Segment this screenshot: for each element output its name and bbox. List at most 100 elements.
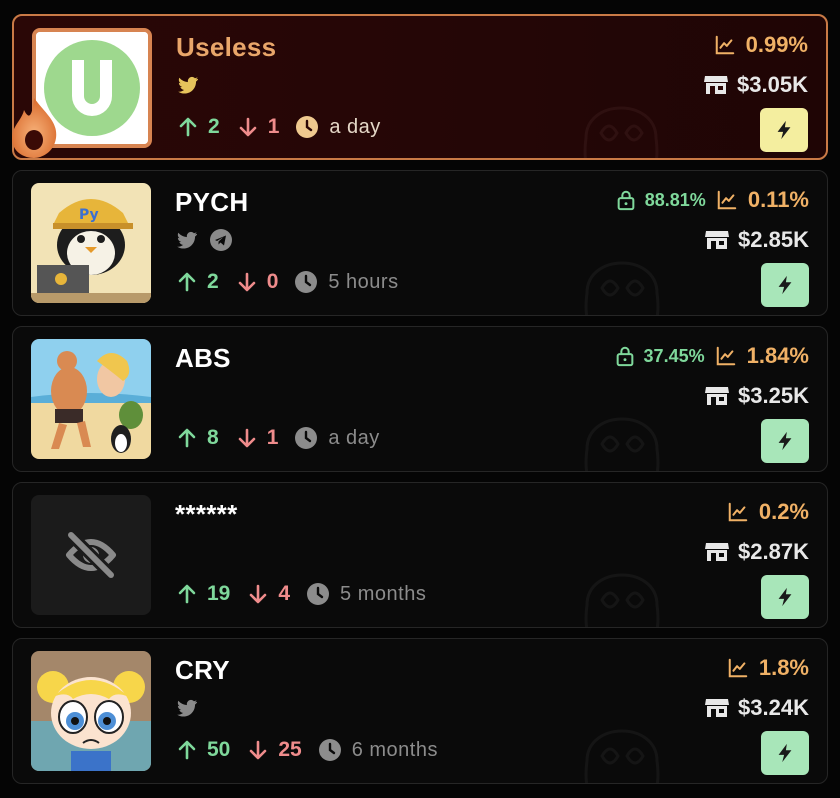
downvote-count: 1 [267, 115, 280, 138]
ghost-watermark-icon [584, 261, 660, 315]
age-text: 5 hours [328, 270, 399, 293]
price-change: 0.99% [714, 32, 808, 58]
token-image[interactable] [31, 339, 151, 459]
ghost-watermark-icon [584, 573, 660, 627]
quick-buy-button[interactable] [761, 263, 809, 307]
quick-buy-button[interactable] [761, 731, 809, 775]
bolt-icon [778, 431, 792, 451]
bolt-icon [778, 275, 792, 295]
chart-line-icon [715, 35, 734, 55]
age-text: a day [329, 115, 381, 138]
clock-icon [307, 583, 330, 605]
upvote-count: 19 [207, 582, 231, 605]
token-age: 5 months [306, 582, 426, 606]
cry-cartoon-image [31, 651, 151, 771]
token-image-hidden[interactable] [31, 495, 151, 615]
upvotes[interactable]: 8 [175, 426, 219, 450]
mcap-value: $3.25K [738, 383, 809, 408]
eye-off-icon [66, 530, 116, 580]
token-card[interactable]: CRY 50 25 6 months 1.8% $3.24K [12, 638, 828, 784]
locked-supply: 88.81% [615, 189, 706, 211]
token-card[interactable]: ****** 19 4 5 months 0.2% $2.87K [12, 482, 828, 628]
clock-icon [296, 116, 319, 138]
downvotes[interactable]: 1 [235, 426, 279, 450]
chart-line-icon [717, 190, 737, 210]
token-name[interactable]: Useless [176, 32, 276, 63]
downvotes[interactable]: 0 [235, 270, 279, 294]
change-value: 0.2% [758, 499, 809, 524]
bolt-icon [777, 120, 791, 140]
downvote-count: 4 [278, 582, 291, 605]
ghost-watermark-icon [584, 417, 660, 471]
token-card[interactable]: Useless 2 1 a day 0.99% $3.05K [12, 14, 828, 160]
pych-penguin-image: Py [31, 183, 151, 303]
upvote-count: 2 [208, 115, 220, 138]
ghost-watermark-icon [583, 106, 659, 158]
quick-buy-button[interactable] [761, 419, 809, 463]
lock-value: 88.81% [644, 189, 706, 210]
arrow-up-icon [178, 584, 196, 604]
mcap-value: $3.05K [737, 72, 808, 97]
store-icon [705, 387, 730, 405]
upvotes[interactable]: 2 [176, 115, 220, 139]
token-name[interactable]: ****** [175, 499, 238, 530]
bolt-icon [778, 587, 792, 607]
upvotes[interactable]: 19 [175, 582, 230, 606]
abs-beach-image [31, 339, 151, 459]
price-change: 1.84% [715, 343, 809, 369]
twitter-icon[interactable] [175, 696, 199, 720]
market-cap: $3.05K [703, 72, 808, 98]
market-cap: $2.85K [704, 227, 809, 253]
upvote-count: 2 [207, 270, 219, 293]
bolt-icon [778, 743, 792, 763]
twitter-icon[interactable] [175, 228, 199, 252]
downvote-count: 0 [266, 270, 279, 293]
ghost-watermark-icon [584, 729, 660, 783]
store-icon [705, 231, 730, 249]
arrow-down-icon [250, 740, 267, 760]
lock-icon [617, 190, 635, 211]
change-value: 0.11% [747, 187, 809, 212]
change-value: 1.8% [758, 655, 809, 680]
chart-line-icon [728, 658, 748, 678]
change-value: 0.99% [745, 32, 808, 57]
mcap-value: $2.85K [738, 227, 809, 252]
token-image[interactable]: Py [31, 183, 151, 303]
store-icon [705, 543, 730, 561]
store-icon [704, 76, 729, 94]
token-age: a day [295, 115, 380, 139]
store-icon [705, 699, 730, 717]
quick-buy-button[interactable] [761, 575, 809, 619]
upvote-count: 50 [207, 738, 231, 761]
token-name[interactable]: CRY [175, 655, 230, 686]
token-card[interactable]: ABS 8 1 a day 37.45% 1.84% $3.25K [12, 326, 828, 472]
price-change: 0.11% [716, 187, 809, 213]
price-change: 1.8% [727, 655, 809, 681]
mcap-value: $3.24K [738, 695, 809, 720]
market-cap: $3.24K [704, 695, 809, 721]
downvotes[interactable]: 1 [236, 115, 280, 139]
market-cap: $3.25K [704, 383, 809, 409]
arrow-up-icon [178, 272, 196, 292]
token-age: 5 hours [294, 270, 398, 294]
token-name[interactable]: ABS [175, 343, 231, 374]
upvote-count: 8 [207, 426, 219, 449]
upvotes[interactable]: 50 [175, 738, 230, 762]
downvote-count: 1 [266, 426, 279, 449]
lock-icon [616, 346, 633, 367]
telegram-icon[interactable] [209, 228, 233, 252]
token-age: a day [294, 426, 379, 450]
token-age: 6 months [318, 738, 438, 762]
token-card[interactable]: Py PYCH 2 0 5 hours 88.81% 0.11% $2.85K [12, 170, 828, 316]
downvote-count: 25 [278, 738, 302, 761]
upvotes[interactable]: 2 [175, 270, 219, 294]
chart-line-icon [728, 502, 748, 522]
token-name[interactable]: PYCH [175, 187, 248, 218]
clock-icon [318, 739, 341, 761]
downvotes[interactable]: 25 [246, 738, 302, 762]
downvotes[interactable]: 4 [246, 582, 290, 606]
quick-buy-button[interactable] [760, 108, 808, 152]
twitter-icon[interactable] [176, 73, 200, 97]
token-image[interactable] [31, 651, 151, 771]
market-cap: $2.87K [704, 539, 809, 565]
